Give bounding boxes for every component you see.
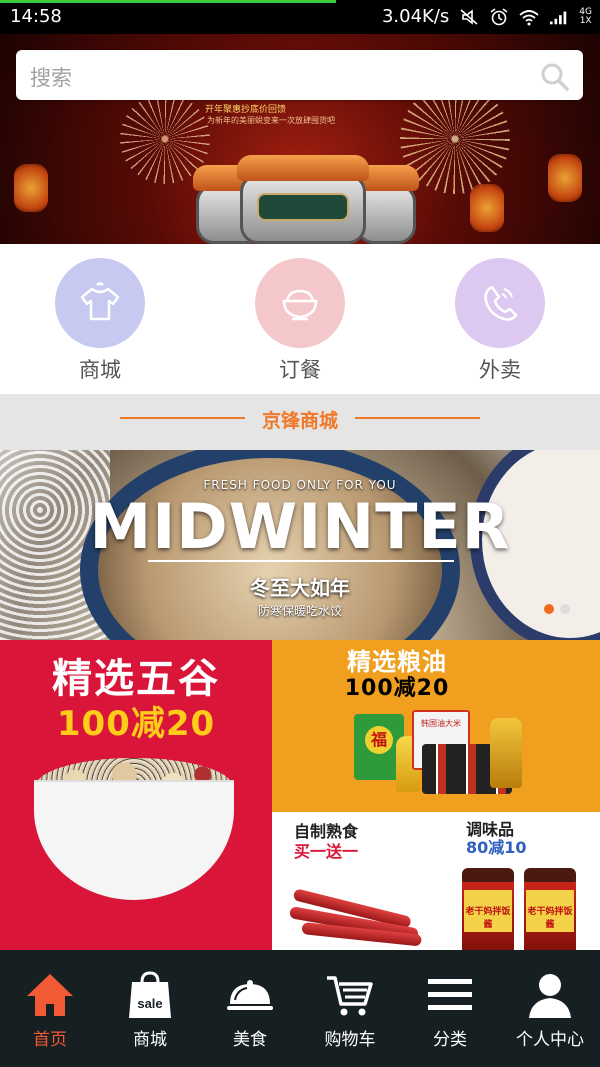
category-mall[interactable]: 商城 [50, 258, 150, 384]
tab-mall[interactable]: sale 商城 [100, 950, 200, 1067]
carousel-dot-1[interactable] [544, 604, 554, 614]
network-speed: 3.04K/s [381, 6, 450, 27]
svg-text:sale: sale [137, 996, 162, 1011]
mute-icon [460, 8, 478, 25]
tile-oil[interactable]: 精选粮油 100减20 福 韩国油大米 [272, 640, 600, 812]
section-title: 京锋商城 [261, 410, 338, 432]
bottom-tab-bar: 首页 sale 商城 美食 购物车 分类 个人中心 [0, 950, 600, 1067]
sauce-jar-label: 老干妈拌饭酱 [527, 907, 573, 930]
hero-title: MIDWINTER [89, 490, 511, 563]
wifi-icon [519, 9, 539, 25]
sauce-jar-image: 老干妈拌饭酱 [524, 868, 576, 950]
tab-food[interactable]: 美食 [200, 950, 300, 1067]
page-load-progress [0, 0, 336, 3]
status-time: 14:58 [10, 6, 62, 27]
category-order-label: 订餐 [279, 358, 321, 382]
hero-carousel[interactable]: FRESH FOOD ONLY FOR YOU MIDWINTER 冬至大如年 … [0, 450, 600, 640]
tab-profile-label: 个人中心 [516, 1030, 584, 1050]
tile-oil-offer: 100减20 [344, 676, 450, 701]
search-icon[interactable] [539, 61, 569, 91]
cloche-icon [227, 980, 273, 1010]
grains-bowl-image [34, 780, 234, 900]
alarm-icon [490, 7, 508, 25]
tab-food-label: 美食 [233, 1030, 267, 1050]
tile-grains-offer: 100减20 [56, 704, 216, 744]
tile-cooked-offer: 买一送一 [294, 842, 359, 861]
hero-cn-title: 冬至大如年 [250, 576, 350, 600]
category-order-circle [255, 258, 345, 348]
tab-profile[interactable]: 个人中心 [500, 950, 600, 1067]
jar-label [257, 193, 349, 221]
tile-seasoning[interactable]: 调味品 80减10 老干妈拌饭酱 老干妈拌饭酱 [440, 812, 600, 950]
phone-icon [484, 285, 518, 321]
sauce-jar-image: 老干妈拌饭酱 [462, 868, 514, 950]
tile-seasoning-offer: 80减10 [466, 838, 527, 857]
carousel-dot-2[interactable] [560, 604, 570, 614]
tile-cooked-food[interactable]: 自制熟食 买一送一 [272, 812, 440, 950]
tile-grains[interactable]: 精选五谷 100减20 [0, 640, 272, 950]
status-bar: 14:58 3.04K/s 4G 1X [0, 0, 600, 34]
section-divider-right [355, 417, 480, 419]
category-row: 商城 订餐 外卖 [0, 244, 600, 394]
tab-mall-label: 商城 [133, 1030, 167, 1050]
category-mall-label: 商城 [79, 358, 121, 382]
tab-cart[interactable]: 购物车 [300, 950, 400, 1067]
category-takeout-circle [455, 258, 545, 348]
tab-home-label: 首页 [33, 1030, 67, 1050]
carousel-indicator [544, 604, 570, 614]
hero-cn-subtitle: 防寒保暖吃水饺 [257, 604, 342, 618]
sauce-jar-label: 老干妈拌饭酱 [465, 907, 511, 930]
user-icon [529, 974, 571, 1018]
rice-bowl-icon [282, 289, 318, 321]
category-mall-circle [55, 258, 145, 348]
lantern-decoration [14, 164, 48, 212]
lantern-decoration [470, 184, 504, 232]
banner-promo-line2: 为新年的美丽蜕变来一次放肆囤货吧 [207, 116, 335, 125]
category-takeout[interactable]: 外卖 [450, 258, 550, 384]
tab-category-label: 分类 [433, 1030, 467, 1050]
status-right: 3.04K/s 4G 1X [382, 6, 592, 27]
home-icon [27, 974, 73, 1016]
network-type-bottom: 1X [579, 15, 592, 26]
signal-icon [550, 11, 567, 24]
banner-promo-line1: 开年聚惠抄底价回馈 [205, 105, 287, 115]
hero-rule [148, 560, 454, 562]
tab-cart-label: 购物车 [324, 1030, 376, 1050]
tab-home[interactable]: 首页 [0, 950, 100, 1067]
network-type: 4G 1X [579, 7, 592, 26]
category-order[interactable]: 订餐 [250, 258, 350, 384]
flour-bag-label: 福 [365, 726, 393, 754]
rice-bag-label: 韩国油大米 [421, 719, 461, 728]
tab-category[interactable]: 分类 [400, 950, 500, 1067]
sale-bag-icon: sale [129, 971, 171, 1018]
section-header: 京锋商城 [0, 394, 600, 450]
cart-icon [327, 976, 373, 1016]
search-placeholder: 搜索 [30, 66, 72, 90]
lantern-decoration [548, 154, 582, 202]
product-jar-center [237, 155, 369, 244]
category-takeout-label: 外卖 [479, 358, 521, 382]
search-bar[interactable]: 搜索 [16, 50, 583, 100]
shirt-icon [80, 282, 120, 321]
oil-jug-image [490, 718, 522, 788]
menu-icon [428, 979, 472, 1010]
